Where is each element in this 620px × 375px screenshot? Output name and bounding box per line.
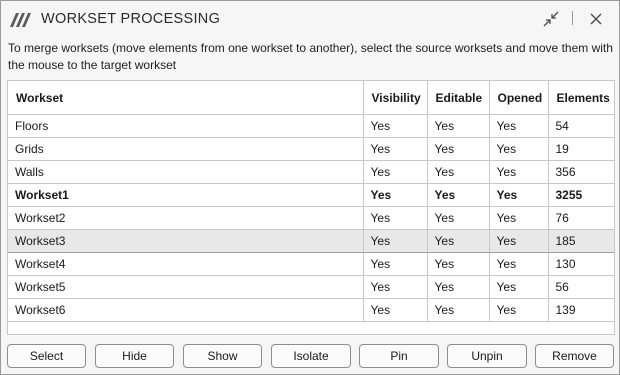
- cell-visibility: Yes: [363, 206, 428, 230]
- show-button[interactable]: Show: [183, 344, 262, 368]
- cell-workset: Walls: [8, 160, 364, 184]
- cell-editable: Yes: [427, 206, 490, 230]
- pin-button[interactable]: Pin: [359, 344, 439, 368]
- cell-visibility: Yes: [363, 114, 428, 138]
- cell-visibility: Yes: [363, 160, 428, 184]
- cell-workset: Workset6: [8, 298, 364, 322]
- close-icon: [590, 13, 602, 25]
- cell-opened: Yes: [489, 206, 549, 230]
- cell-opened: Yes: [489, 183, 549, 207]
- column-header-visibility[interactable]: Visibility: [363, 81, 428, 115]
- cell-workset: Grids: [8, 137, 364, 161]
- app-logo: [10, 13, 31, 27]
- table-row[interactable]: Workset5 Yes Yes Yes 56: [8, 275, 614, 299]
- table-row[interactable]: Floors Yes Yes Yes 54: [8, 114, 614, 138]
- cell-workset: Workset1: [8, 183, 364, 207]
- cell-opened: Yes: [489, 114, 549, 138]
- cell-opened: Yes: [489, 137, 549, 161]
- column-header-elements[interactable]: Elements: [548, 81, 614, 115]
- window-title: WORKSET PROCESSING: [41, 11, 221, 27]
- cell-editable: Yes: [427, 160, 490, 184]
- remove-button[interactable]: Remove: [535, 344, 614, 368]
- cell-elements: 19: [548, 137, 614, 161]
- cell-visibility: Yes: [363, 298, 428, 322]
- close-button[interactable]: [586, 9, 606, 29]
- table-row[interactable]: Grids Yes Yes Yes 19: [8, 137, 614, 161]
- cell-visibility: Yes: [363, 275, 428, 299]
- cell-visibility: Yes: [363, 252, 428, 276]
- cell-workset: Workset5: [8, 275, 364, 299]
- cell-workset: Workset4: [8, 252, 364, 276]
- table-row[interactable]: Workset4 Yes Yes Yes 130: [8, 252, 614, 276]
- cell-opened: Yes: [489, 160, 549, 184]
- cell-elements: 56: [548, 275, 614, 299]
- hide-button[interactable]: Hide: [95, 344, 174, 368]
- cell-visibility: Yes: [363, 137, 428, 161]
- column-header-workset[interactable]: Workset: [8, 81, 364, 115]
- select-button[interactable]: Select: [7, 344, 86, 368]
- cell-editable: Yes: [427, 229, 490, 253]
- cell-opened: Yes: [489, 298, 549, 322]
- cell-editable: Yes: [427, 183, 490, 207]
- table-row[interactable]: Walls Yes Yes Yes 356: [8, 160, 614, 184]
- collapse-button[interactable]: [541, 9, 561, 29]
- cell-visibility: Yes: [363, 183, 428, 207]
- cell-workset: Workset2: [8, 206, 364, 230]
- cell-workset: Workset3: [8, 229, 364, 253]
- cell-opened: Yes: [489, 252, 549, 276]
- table-header-row: Workset Visibility Editable Opened Eleme…: [8, 81, 614, 115]
- title-separator: [572, 11, 573, 25]
- cell-elements: 139: [548, 298, 614, 322]
- collapse-icon: [543, 11, 559, 27]
- cell-workset: Floors: [8, 114, 364, 138]
- instructions-text: To merge worksets (move elements from on…: [8, 41, 613, 72]
- cell-elements: 356: [548, 160, 614, 184]
- cell-editable: Yes: [427, 137, 490, 161]
- isolate-button[interactable]: Isolate: [271, 344, 351, 368]
- cell-elements: 3255: [548, 183, 614, 207]
- cell-editable: Yes: [427, 252, 490, 276]
- table-row[interactable]: Workset6 Yes Yes Yes 139: [8, 298, 614, 322]
- cell-editable: Yes: [427, 298, 490, 322]
- table-row[interactable]: Workset3 Yes Yes Yes 185: [8, 229, 614, 253]
- cell-elements: 130: [548, 252, 614, 276]
- workset-processing-window: WORKSET PROCESSING To merge worksets (mo…: [0, 0, 620, 375]
- cell-elements: 185: [548, 229, 614, 253]
- title-bar[interactable]: WORKSET PROCESSING: [1, 1, 619, 35]
- unpin-button[interactable]: Unpin: [447, 344, 527, 368]
- cell-editable: Yes: [427, 114, 490, 138]
- table-row[interactable]: Workset1 Yes Yes Yes 3255: [8, 183, 614, 207]
- cell-visibility: Yes: [363, 229, 428, 253]
- column-header-editable[interactable]: Editable: [427, 81, 490, 115]
- column-header-opened[interactable]: Opened: [489, 81, 549, 115]
- cell-elements: 54: [548, 114, 614, 138]
- cell-opened: Yes: [489, 275, 549, 299]
- workset-table[interactable]: Workset Visibility Editable Opened Eleme…: [7, 80, 615, 335]
- cell-opened: Yes: [489, 229, 549, 253]
- cell-editable: Yes: [427, 275, 490, 299]
- table-row[interactable]: Workset2 Yes Yes Yes 76: [8, 206, 614, 230]
- cell-elements: 76: [548, 206, 614, 230]
